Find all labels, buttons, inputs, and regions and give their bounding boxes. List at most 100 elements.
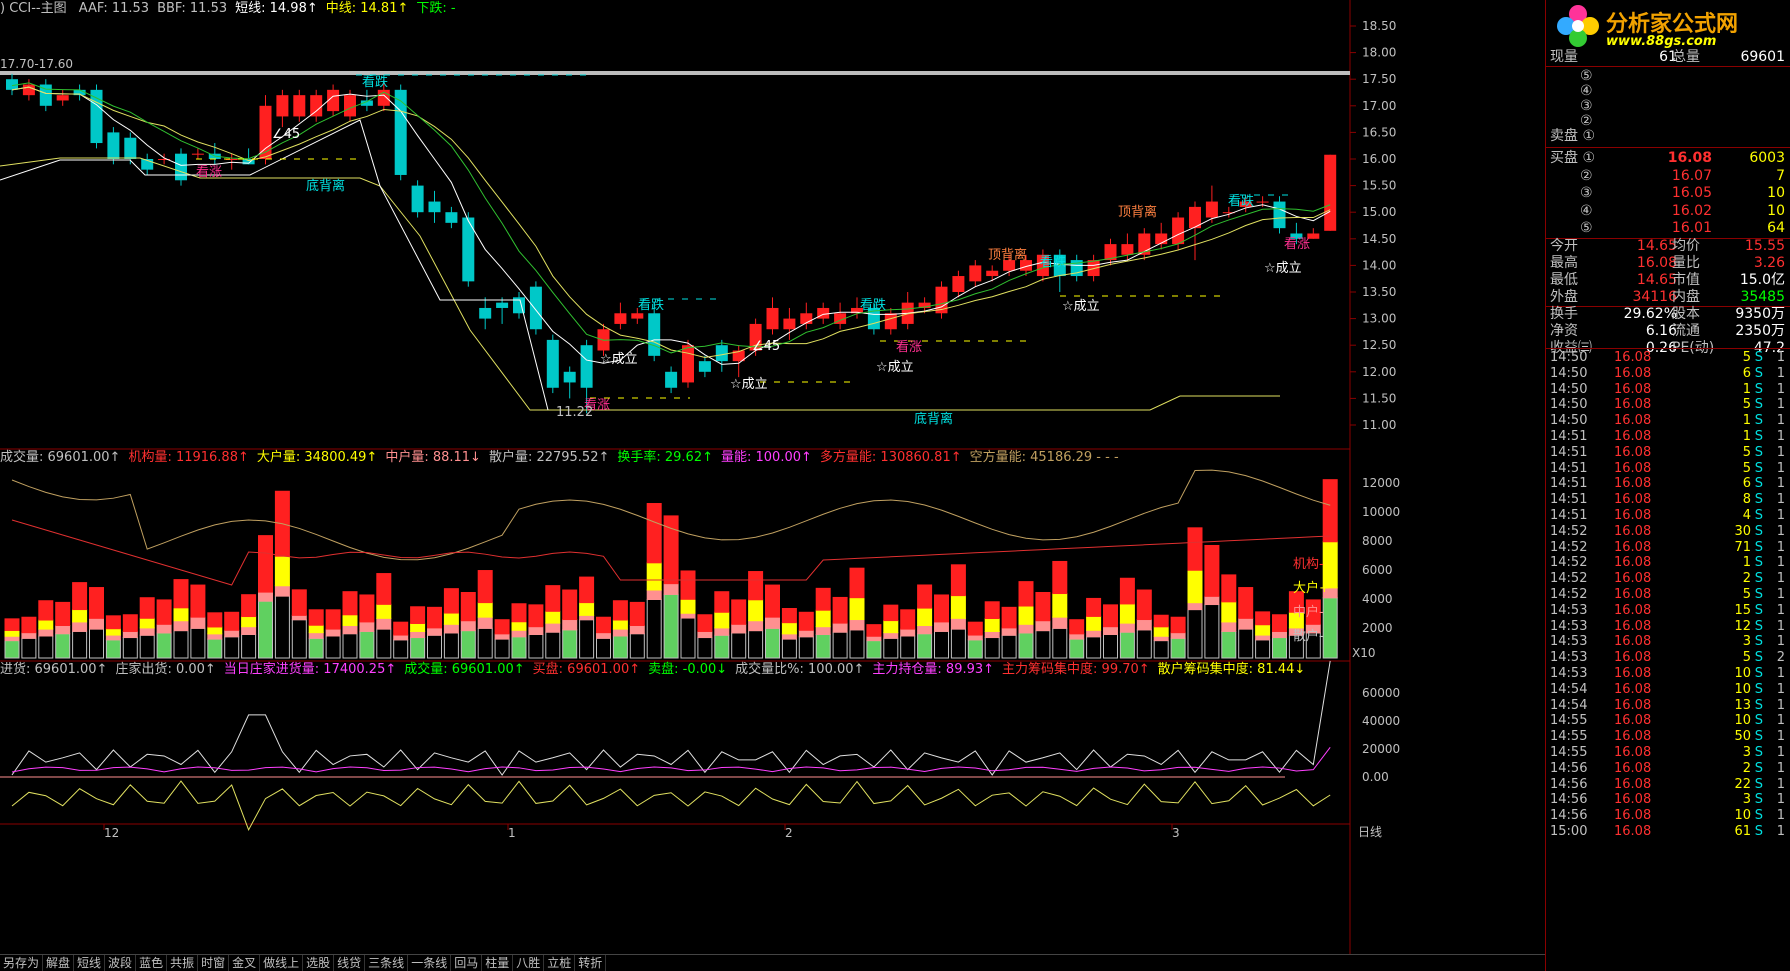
lower-indicator-value-1: 庄家出货: 0.00↑	[115, 662, 216, 677]
tick-bs: S	[1754, 350, 1763, 365]
volume-retail-segment	[443, 632, 459, 659]
formula-tab-7[interactable]: 金叉	[229, 955, 261, 971]
volume-mid-segment	[1187, 602, 1203, 611]
volume-big-segment	[4, 629, 20, 637]
volume-mid-segment	[308, 632, 324, 639]
formula-tab-14[interactable]: 柱量	[482, 955, 514, 971]
chart-area[interactable]: 18.50 18.00 17.50 17.00 16.50 16.00 15.50 15.00…	[0, 0, 1545, 971]
stat-label: 市值	[1672, 272, 1700, 288]
stat-label: 最高	[1550, 255, 1578, 271]
volume-retail-segment	[89, 628, 104, 659]
volume-mid-segment	[545, 622, 561, 633]
volume-indicator-value-1: 机构量: 11916.88↑	[128, 450, 249, 465]
formula-tab-11[interactable]: 三条线	[365, 955, 409, 971]
formula-tab-13[interactable]: 回马	[451, 955, 483, 971]
candle-body	[1087, 260, 1100, 277]
tick-bs: S	[1754, 397, 1763, 413]
tick-p: 16.08	[1614, 381, 1652, 397]
lower-indicator-value-0: 进货: 69601.00↑	[0, 662, 108, 677]
tick-row: 14:51 16.08 5 S 1	[1550, 445, 1787, 461]
quote-row: 现量 61 总量 69601	[1550, 49, 1787, 66]
tick-row: 14:55 16.08 3 S 1	[1550, 745, 1787, 761]
tick-bs: S	[1754, 681, 1763, 697]
volume-inst-segment	[849, 567, 865, 599]
tick-bs: S	[1754, 602, 1763, 618]
tick-n: 1	[1776, 634, 1785, 650]
volume-mid-segment	[139, 627, 155, 636]
volume-retail-segment	[511, 636, 527, 659]
formula-tab-5[interactable]: 共振	[167, 955, 199, 971]
volume-mid-segment	[21, 632, 37, 639]
main-indicator-value-1: BBF: 11.53	[157, 1, 228, 16]
volume-indicator-value-5: 换手率: 29.62↑	[617, 450, 713, 465]
stat-label: 净资	[1550, 323, 1578, 339]
formula-tab-16[interactable]: 立桩	[544, 955, 576, 971]
formula-tab-12[interactable]: 一条线	[408, 955, 452, 971]
tick-vol: 5	[1742, 350, 1751, 365]
price-axis-label: 17.00	[1362, 99, 1396, 113]
volume-retail-segment	[477, 627, 493, 659]
formula-tab-8[interactable]: 做线上	[260, 955, 304, 971]
tick-t: 14:52	[1550, 523, 1588, 539]
volume-inst-segment	[1187, 527, 1203, 571]
kline-chart[interactable]: 18.50 18.00 17.50 17.00 16.50 16.00 15.50 15.00…	[0, 0, 1545, 971]
formula-tab-0[interactable]: 另存为	[0, 955, 44, 971]
volume-inst-segment	[1238, 587, 1254, 619]
tick-n: 1	[1776, 397, 1785, 413]
buy-level-price: 16.01	[1671, 220, 1712, 236]
tick-row: 14:56 16.08 2 S 1	[1550, 761, 1787, 777]
volume-inst-segment	[1103, 604, 1118, 628]
tick-t: 14:53	[1550, 650, 1588, 666]
volume-mid-segment	[612, 628, 628, 637]
formula-tab-10[interactable]: 线贷	[334, 955, 366, 971]
volume-big-segment	[781, 622, 797, 635]
volume-indicator-value-3: 中户量: 88.11↓	[385, 450, 481, 465]
volume-big-segment	[105, 628, 121, 636]
formula-tab-17[interactable]: 转折	[575, 955, 607, 971]
volume-mid-segment	[156, 623, 172, 634]
candle-body	[394, 89, 407, 175]
tick-p: 16.08	[1614, 587, 1652, 602]
lower-indicator-value-8: 主力筹码集中度: 99.70↑	[1002, 662, 1150, 677]
candle-body	[107, 132, 120, 159]
quote-panel: 分析家公式网 www.88gs.com 现量 61 总量 69601 ⑤ ④ ③ ② 卖盘 ①买…	[1545, 0, 1790, 971]
volume-big-segment	[511, 621, 527, 631]
volume-axis-label: 10000	[1362, 505, 1400, 519]
volume-mid-segment	[646, 589, 662, 600]
buy-level-price: 16.07	[1671, 167, 1712, 184]
tick-vol: 10	[1734, 808, 1751, 824]
volume-mid-segment	[122, 630, 138, 639]
volume-mid-segment	[984, 630, 1000, 639]
candle-body	[1273, 201, 1286, 229]
stat-value: 16.08	[1636, 255, 1677, 271]
formula-tab-3[interactable]: 波段	[105, 955, 137, 971]
buy-level-index: 买盘 ①	[1550, 150, 1596, 166]
volume-mid-segment	[950, 617, 966, 630]
tick-vol: 10	[1734, 713, 1751, 729]
formula-tab-2[interactable]: 短线	[74, 955, 106, 971]
tick-bs: S	[1754, 539, 1763, 555]
formula-tab-9[interactable]: 选股	[303, 955, 335, 971]
lower-indicator-value-5: 卖盘: -0.00↓	[648, 662, 728, 677]
formula-tab-1[interactable]: 解盘	[43, 955, 75, 971]
tick-bs: S	[1754, 634, 1763, 650]
tick-row: 14:55 16.08 10 S 1	[1550, 713, 1787, 729]
formula-tab-15[interactable]: 八胜	[513, 955, 545, 971]
tick-t: 14:56	[1550, 808, 1588, 824]
tick-vol: 1	[1742, 555, 1751, 571]
formula-tab-4[interactable]: 蓝色	[136, 955, 168, 971]
tick-t: 14:50	[1550, 397, 1588, 413]
tick-vol: 1	[1742, 413, 1751, 429]
volume-retail-segment	[596, 637, 611, 659]
volume-big-segment	[1153, 626, 1169, 637]
tick-row: 14:56 16.08 10 S 1	[1550, 808, 1787, 824]
volume-inst-segment	[1001, 606, 1017, 629]
volume-retail-segment	[1170, 637, 1186, 659]
volume-mid-segment	[1069, 633, 1085, 640]
stat-value: 15.55	[1744, 238, 1785, 254]
ma-mid-line	[11, 86, 1331, 358]
volume-inst-segment	[1170, 616, 1186, 634]
formula-tab-6[interactable]: 时窗	[198, 955, 230, 971]
tick-row: 14:50 16.08 1 S 1	[1550, 382, 1787, 398]
tick-n: 2	[1776, 650, 1785, 666]
